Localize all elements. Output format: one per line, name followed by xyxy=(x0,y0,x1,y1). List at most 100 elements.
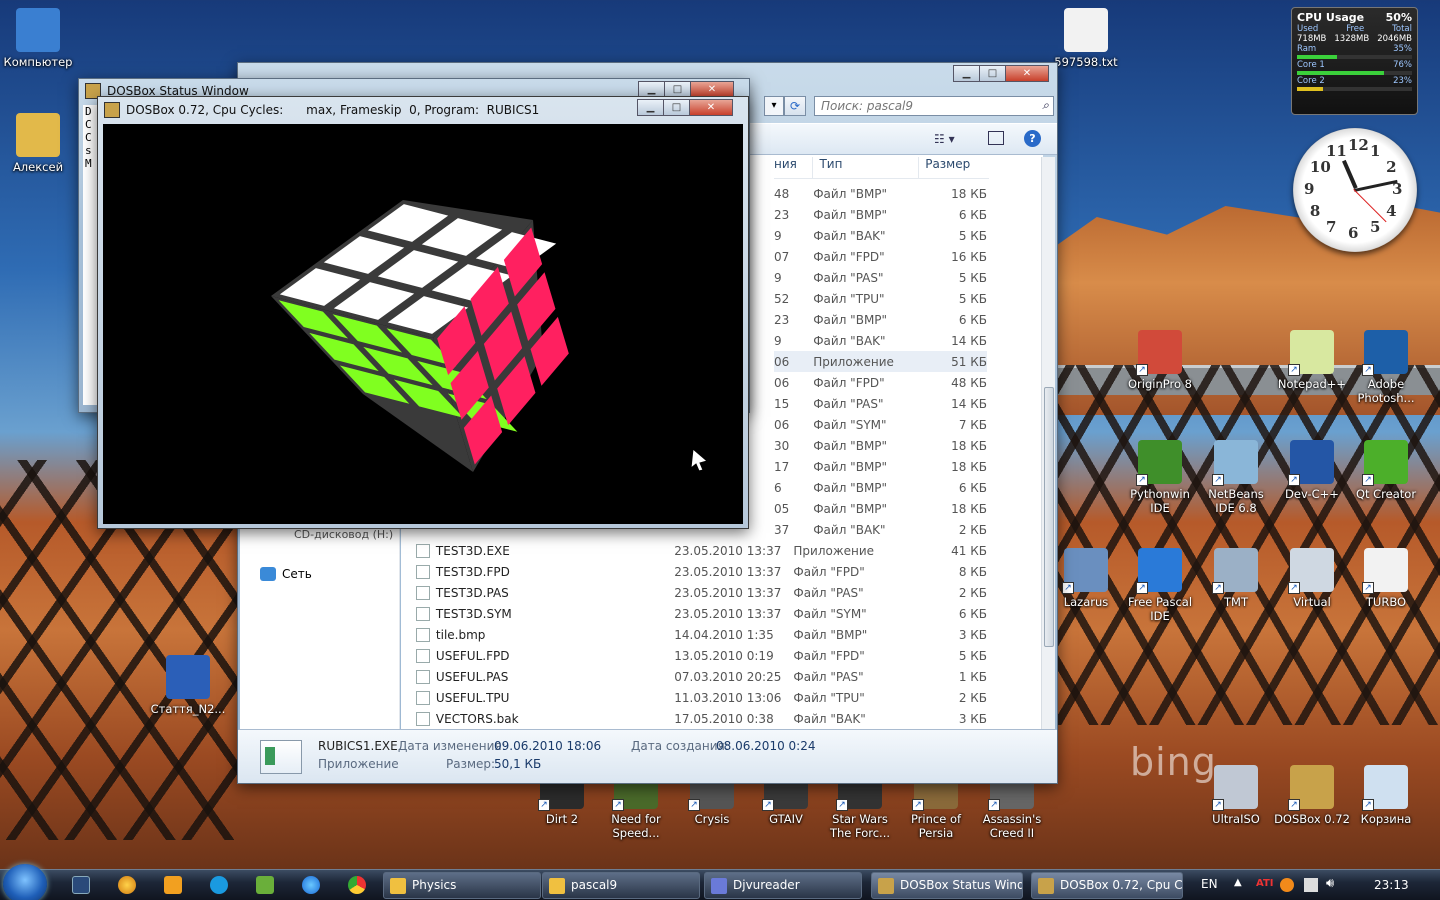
desktop-icon-label: Assassin's Creed II xyxy=(982,812,1042,840)
close-button[interactable]: ✕ xyxy=(1005,65,1049,82)
desktop-icon[interactable]: ↗ Notepad++ xyxy=(1274,330,1350,391)
file-row[interactable]: 6 Файл "BMP" 6 КБ xyxy=(774,477,987,498)
scrollbar-thumb[interactable] xyxy=(1044,387,1054,647)
close-button[interactable]: ✕ xyxy=(689,99,733,116)
file-row[interactable]: USEFUL.PAS 07.03.2010 20:25 Файл "PAS" 1 КБ xyxy=(416,666,987,687)
tray-expand-icon[interactable]: ▲ xyxy=(1234,877,1242,888)
file-row[interactable]: 9 Файл "BAK" 5 КБ xyxy=(774,225,987,246)
file-row[interactable]: 15 Файл "PAS" 14 КБ xyxy=(774,393,987,414)
desktop-icon[interactable]: 597598.txt xyxy=(1048,8,1124,69)
file-row[interactable]: TEST3D.FPD 23.05.2010 13:37 Файл "FPD" 8 КБ xyxy=(416,561,987,582)
file-row[interactable]: 07 Файл "FPD" 16 КБ xyxy=(774,246,987,267)
file-row[interactable]: TEST3D.PAS 23.05.2010 13:37 Файл "PAS" 2 КБ xyxy=(416,582,987,603)
file-row[interactable]: 17 Файл "BMP" 18 КБ xyxy=(774,456,987,477)
tray-app-icon[interactable] xyxy=(1280,878,1294,892)
desktop-icon[interactable]: Компьютер xyxy=(0,8,76,69)
network-tray-icon[interactable] xyxy=(1304,878,1318,892)
desktop-icon-label: Adobe Photosh... xyxy=(1357,377,1415,405)
internet-explorer-icon[interactable] xyxy=(302,876,320,894)
nav-network[interactable]: Сеть xyxy=(260,567,312,581)
file-row[interactable]: 23 Файл "BMP" 6 КБ xyxy=(774,309,987,330)
file-row[interactable]: 9 Файл "BAK" 14 КБ xyxy=(774,330,987,351)
desktop-icon[interactable]: ↗ Qt Creator xyxy=(1348,440,1424,501)
file-row[interactable]: 05 Файл "BMP" 18 КБ xyxy=(774,498,987,519)
file-row[interactable]: USEFUL.FPD 13.05.2010 0:19 Файл "FPD" 5 КБ xyxy=(416,645,987,666)
clock-time[interactable]: 23:13 xyxy=(1374,878,1409,892)
shortcut-arrow-icon: ↗ xyxy=(1062,582,1074,594)
vertical-scrollbar[interactable] xyxy=(1041,157,1055,729)
taskbar-button[interactable]: Djvureader xyxy=(704,872,862,899)
file-row[interactable]: 9 Файл "PAS" 5 КБ xyxy=(774,267,987,288)
file-row[interactable]: 23 Файл "BMP" 6 КБ xyxy=(774,204,987,225)
media-player-icon[interactable] xyxy=(164,876,182,894)
column-type[interactable]: Тип xyxy=(812,157,918,178)
taskbar-button[interactable]: DOSBox Status Wind... xyxy=(871,872,1023,899)
desktop-icon[interactable]: ↗ Pythonwin IDE xyxy=(1122,440,1198,515)
minimize-button[interactable]: ▁ xyxy=(637,99,664,116)
shortcut-arrow-icon: ↗ xyxy=(1288,364,1300,376)
taskbar-button[interactable]: pascal9 xyxy=(542,872,700,899)
skype-icon[interactable] xyxy=(210,876,228,894)
desktop-icon[interactable]: Стаття_N2... xyxy=(150,655,226,716)
desktop-icon[interactable]: ↗ DOSBox 0.72 xyxy=(1274,765,1350,826)
file-row[interactable]: VECTORS.bak 17.05.2010 0:38 Файл "BAK" 3 КБ xyxy=(416,708,987,729)
ram-value: 35% xyxy=(1393,44,1412,54)
desktop-icon[interactable]: ↗ NetBeans IDE 6.8 xyxy=(1198,440,1274,515)
desktop-icon[interactable]: ↗ Adobe Photosh... xyxy=(1348,330,1424,405)
file-row[interactable]: 30 Файл "BMP" 18 КБ xyxy=(774,435,987,456)
desktop-icon[interactable]: ↗ Free Pascal IDE xyxy=(1122,548,1198,623)
preview-pane-icon[interactable] xyxy=(988,131,1004,145)
chrome-icon[interactable] xyxy=(348,876,366,894)
maximize-button[interactable]: □ xyxy=(979,65,1006,82)
file-row[interactable]: 52 Файл "TPU" 5 КБ xyxy=(774,288,987,309)
search-input[interactable]: Поиск: pascal9 ⌕ xyxy=(814,96,1054,116)
file-row[interactable]: TEST3D.EXE 23.05.2010 13:37 Приложение 41 К… xyxy=(416,540,987,561)
show-desktop-icon[interactable] xyxy=(72,876,90,894)
nav-cd-drive[interactable]: CD-дисковод (H:) xyxy=(294,528,393,541)
clock-gadget[interactable]: 12 1 2 3 4 5 6 7 8 9 10 11 xyxy=(1293,128,1417,252)
column-name[interactable]: ния xyxy=(774,157,812,178)
file-row[interactable]: 37 Файл "BAK" 2 КБ xyxy=(774,519,987,540)
desktop-icon-label: Qt Creator xyxy=(1355,487,1417,501)
file-row[interactable]: 06 Файл "FPD" 48 КБ xyxy=(774,372,987,393)
row-type: Файл "BMP" xyxy=(813,501,888,516)
file-row[interactable]: tile.bmp 14.04.2010 1:35 Файл "BMP" 3 КБ xyxy=(416,624,987,645)
virtual-pascal-icon: ↗ xyxy=(1288,548,1334,594)
address-dropdown-icon[interactable]: ▾ xyxy=(764,96,784,116)
cpu-usage-gadget[interactable]: CPU Usage 50% Used Free Total 718MB 1328MB 20… xyxy=(1291,7,1418,115)
desktop-icon[interactable]: ↗ Корзина xyxy=(1348,765,1424,826)
file-row[interactable]: 06 Приложение 51 КБ xyxy=(774,351,987,372)
row-size: 48 КБ xyxy=(951,375,988,390)
desktop-icon[interactable]: ↗ UltraISO xyxy=(1198,765,1274,826)
dosbox-window[interactable]: DOSBox 0.72, Cpu Cycles: max, Frameskip … xyxy=(97,96,749,529)
avast-icon[interactable] xyxy=(118,876,136,894)
desktop-icon[interactable]: Алексей xyxy=(0,113,76,174)
file-row[interactable]: 06 Файл "SYM" 7 КБ xyxy=(774,414,987,435)
taskbar-button[interactable]: DOSBox 0.72, Cpu Cy... xyxy=(1031,872,1183,899)
ati-icon[interactable]: ATI xyxy=(1256,878,1274,889)
start-button[interactable] xyxy=(3,864,47,900)
maximize-button[interactable]: □ xyxy=(663,99,690,116)
volume-icon[interactable]: 🔊︎ xyxy=(1326,876,1334,891)
taskbar-button[interactable]: Physics xyxy=(383,872,541,899)
desktop-icon[interactable]: ↗ TMT xyxy=(1198,548,1274,609)
view-options-icon[interactable]: ☷ ▾ xyxy=(934,132,955,146)
file-row[interactable]: TEST3D.SYM 23.05.2010 13:37 Файл "SYM" 6 КБ xyxy=(416,603,987,624)
desktop-icon[interactable]: ↗ Dev-C++ xyxy=(1274,440,1350,501)
refresh-icon[interactable]: ⟳ xyxy=(784,96,806,116)
minimize-button[interactable]: ▁ xyxy=(953,65,980,82)
language-indicator[interactable]: EN xyxy=(1201,877,1218,891)
row-type: Файл "TPU" xyxy=(813,291,885,306)
file-row[interactable]: USEFUL.TPU 11.03.2010 13:06 Файл "TPU" 2 КБ xyxy=(416,687,987,708)
desktop-icon[interactable]: ↗ TURBO xyxy=(1348,548,1424,609)
file-row[interactable]: 48 Файл "BMP" 18 КБ xyxy=(774,183,987,204)
desktop-icon[interactable]: ↗ Virtual xyxy=(1274,548,1350,609)
desktop-icon[interactable]: ↗ OriginPro 8 xyxy=(1122,330,1198,391)
utility-icon[interactable] xyxy=(256,876,274,894)
row-date-partial: 15 xyxy=(774,396,790,411)
column-size[interactable]: Размер xyxy=(918,157,989,178)
desktop-icon[interactable]: ↗ Lazarus xyxy=(1048,548,1124,609)
taskbar-button-label: DOSBox Status Wind... xyxy=(900,878,1023,892)
help-icon[interactable]: ? xyxy=(1024,130,1041,147)
dosbox-screen[interactable] xyxy=(103,124,743,524)
